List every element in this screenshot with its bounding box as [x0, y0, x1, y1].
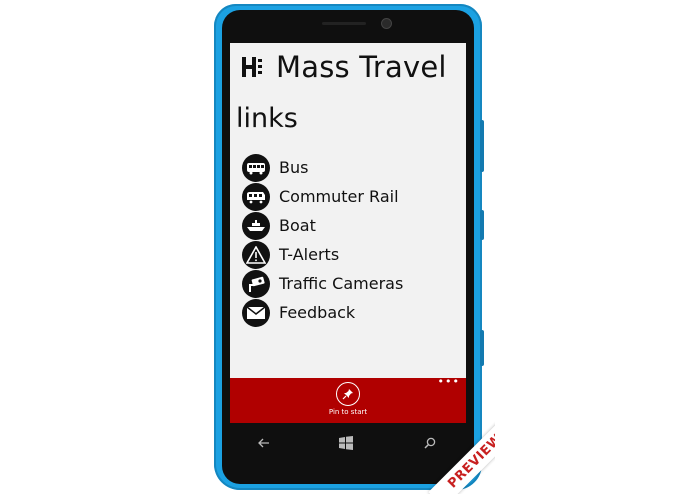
page-title: links — [236, 103, 298, 134]
alert-icon — [242, 240, 270, 269]
boat-icon — [242, 211, 270, 240]
link-t-alerts[interactable]: T-Alerts — [242, 240, 403, 269]
preview-text: PREVIEW — [444, 430, 495, 492]
camera-icon — [242, 269, 270, 298]
pin-icon — [336, 382, 360, 406]
link-commuter-rail[interactable]: Commuter Rail — [242, 182, 403, 211]
mail-icon — [242, 298, 270, 327]
app-title: Mass Travel — [276, 50, 447, 84]
power-button — [480, 210, 484, 240]
bus-icon — [242, 153, 270, 182]
app-logo-icon — [242, 57, 262, 77]
link-boat[interactable]: Boat — [242, 211, 403, 240]
back-icon[interactable] — [254, 433, 274, 453]
volume-button — [480, 120, 484, 172]
pin-to-start-label: Pin to start — [328, 408, 368, 416]
appbar-more-button[interactable]: ••• — [438, 376, 460, 387]
app-bar: ••• Pin to start — [230, 376, 466, 423]
app-screen: Mass Travel links Bus Commuter Rail Boat… — [230, 43, 466, 423]
link-traffic-cameras[interactable]: Traffic Cameras — [242, 269, 403, 298]
earpiece — [322, 22, 366, 25]
train-icon — [242, 182, 270, 211]
windows-start-icon[interactable] — [336, 433, 356, 453]
camera-button — [480, 330, 484, 366]
link-label: Bus — [279, 158, 309, 177]
link-label: Boat — [279, 216, 316, 235]
pin-to-start-button[interactable] — [333, 382, 363, 406]
link-bus[interactable]: Bus — [242, 153, 403, 182]
app-header: Mass Travel — [240, 50, 447, 84]
links-list: Bus Commuter Rail Boat T-Alerts Traffic … — [242, 153, 403, 327]
link-feedback[interactable]: Feedback — [242, 298, 403, 327]
link-label: T-Alerts — [279, 245, 340, 264]
link-label: Feedback — [279, 303, 356, 322]
link-label: Traffic Cameras — [279, 274, 404, 293]
front-camera — [381, 18, 392, 29]
link-label: Commuter Rail — [279, 187, 399, 206]
preview-ribbon: PREVIEW — [410, 420, 495, 494]
preview-badge: PREVIEW — [428, 420, 495, 494]
